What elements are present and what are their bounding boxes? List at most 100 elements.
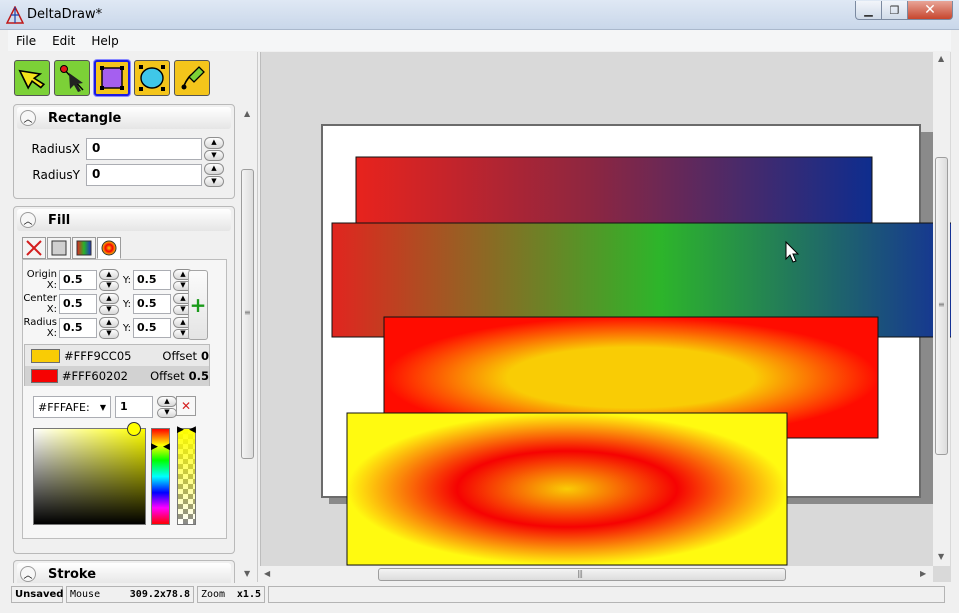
origin-x-decrement[interactable]: ▼ bbox=[99, 280, 119, 291]
drawing-canvas[interactable] bbox=[260, 52, 951, 582]
rectangle-section: ︿ Rectangle RadiusX 0 ▲ ▼ RadiusY 0 ▲ ▼ bbox=[13, 104, 235, 199]
origin-x-increment[interactable]: ▲ bbox=[99, 269, 119, 280]
center-x-increment[interactable]: ▲ bbox=[99, 293, 119, 304]
collapse-stroke-button[interactable]: ︿ bbox=[20, 566, 36, 582]
radius-y-input[interactable]: 0 bbox=[86, 164, 202, 186]
shape-radial-rect-2[interactable] bbox=[346, 412, 788, 566]
radius-x-increment[interactable]: ▲ bbox=[204, 137, 224, 149]
fill-radius-y-label: Y: bbox=[122, 322, 131, 334]
menu-bar: File Edit Help bbox=[8, 30, 951, 51]
close-button[interactable]: ✕ bbox=[908, 1, 953, 20]
radius-y-decrement[interactable]: ▼ bbox=[204, 175, 224, 187]
grip-icon: ||| bbox=[577, 569, 583, 578]
panel-scroll-thumb[interactable]: ≡ bbox=[241, 169, 254, 459]
origin-x-label: Origin X: bbox=[26, 269, 57, 291]
stroke-section-header[interactable]: ︿ Stroke bbox=[17, 563, 231, 585]
stop-color-dropdown[interactable]: #FFFAFE: ▼ bbox=[33, 396, 111, 418]
stop-offset-increment[interactable]: ▲ bbox=[157, 396, 177, 407]
radius-y-increment[interactable]: ▲ bbox=[204, 163, 224, 175]
caret-down-icon: ▼ bbox=[99, 402, 106, 412]
center-x-input[interactable]: 0.5 bbox=[59, 294, 97, 314]
saturation-value-picker[interactable] bbox=[33, 428, 146, 525]
menu-file[interactable]: File bbox=[8, 34, 44, 48]
radial-gradient-icon bbox=[101, 240, 117, 256]
radius-x-input[interactable]: 0 bbox=[86, 138, 202, 160]
radius-y-spinner: ▲ ▼ bbox=[204, 163, 224, 187]
node-edit-icon bbox=[60, 65, 84, 92]
hue-marker-icon: ▶ bbox=[151, 442, 158, 452]
stop-color-dropdown-value: #FFFAFE: bbox=[38, 400, 90, 414]
canvas-vertical-scrollbar[interactable]: ▲ ≡ ▼ bbox=[933, 52, 950, 566]
stop-offset-decrement[interactable]: ▼ bbox=[157, 407, 177, 418]
collapse-fill-button[interactable]: ︿ bbox=[20, 212, 36, 228]
canvas-vertical-scroll-thumb[interactable]: ≡ bbox=[935, 157, 948, 455]
arrow-down-icon: ▼ bbox=[180, 329, 186, 338]
canvas-horizontal-scrollbar[interactable]: ◀ ||| ▶ bbox=[260, 566, 933, 583]
scroll-up-icon: ▲ bbox=[938, 54, 945, 63]
tab-no-fill[interactable] bbox=[22, 237, 46, 259]
fill-section-header[interactable]: ︿ Fill bbox=[17, 209, 231, 231]
fill-radius-x-increment[interactable]: ▲ bbox=[99, 317, 119, 328]
collapse-rectangle-button[interactable]: ︿ bbox=[20, 110, 36, 126]
stop-offset-input[interactable]: 1 bbox=[115, 396, 153, 418]
ellipse-tool-button[interactable] bbox=[134, 60, 170, 96]
origin-x-input[interactable]: 0.5 bbox=[59, 270, 97, 290]
node-tool-button[interactable] bbox=[54, 60, 90, 96]
grip-icon: ≡ bbox=[244, 308, 251, 317]
radial-gradient-editor: Origin X: 0.5 ▲ ▼ Y: 0.5 ▲ ▼ Center X: 0… bbox=[22, 259, 227, 539]
gradient-stop-list: #FFF9CC05 Offset 0 #FFF60202 Offset 0.5 bbox=[24, 344, 210, 386]
app-logo-icon bbox=[6, 6, 24, 24]
radius-x-spinner: ▲ ▼ bbox=[204, 137, 224, 161]
tab-solid-fill[interactable] bbox=[47, 237, 71, 259]
fill-radius-x-decrement[interactable]: ▼ bbox=[99, 328, 119, 339]
delete-gradient-stop-button[interactable]: ✕ bbox=[176, 396, 196, 416]
select-tool-button[interactable] bbox=[14, 60, 50, 96]
arrow-up-icon: ▲ bbox=[180, 269, 186, 278]
maximize-button[interactable]: ❐ bbox=[882, 1, 908, 20]
status-message bbox=[268, 585, 945, 603]
tab-radial-gradient[interactable] bbox=[97, 237, 121, 259]
pen-tool-button[interactable] bbox=[174, 60, 210, 96]
menu-edit[interactable]: Edit bbox=[44, 34, 83, 48]
center-y-input[interactable]: 0.5 bbox=[133, 294, 171, 314]
scroll-up-icon: ▲ bbox=[244, 109, 251, 118]
radius-y-label: RadiusY bbox=[32, 168, 80, 182]
window-title: DeltaDraw* bbox=[27, 7, 103, 22]
ellipse-icon bbox=[139, 65, 165, 91]
center-x-decrement[interactable]: ▼ bbox=[99, 304, 119, 315]
fill-radius-y-input[interactable]: 0.5 bbox=[133, 318, 171, 338]
status-unsaved: Unsaved bbox=[11, 585, 63, 603]
close-icon: ✕ bbox=[924, 2, 936, 18]
add-gradient-stop-button[interactable]: + bbox=[188, 270, 208, 340]
alpha-marker-icon: ◀ bbox=[189, 425, 196, 435]
origin-y-label: Y: bbox=[122, 274, 131, 286]
rectangle-section-header[interactable]: ︿ Rectangle bbox=[17, 107, 231, 129]
tab-linear-gradient[interactable] bbox=[72, 237, 96, 259]
arrow-down-icon: ▼ bbox=[106, 281, 112, 290]
status-zoom: Zoom x1.5 bbox=[197, 585, 265, 603]
arrow-down-icon: ▼ bbox=[180, 305, 186, 314]
status-mouse-value: 309.2x78.8 bbox=[129, 588, 190, 600]
origin-y-input[interactable]: 0.5 bbox=[133, 270, 171, 290]
menu-help[interactable]: Help bbox=[83, 34, 126, 48]
stop-color-hex: #FFF60202 bbox=[61, 369, 128, 383]
alpha-slider[interactable] bbox=[177, 428, 196, 525]
arrow-up-icon: ▲ bbox=[106, 269, 112, 278]
section-title-rectangle: Rectangle bbox=[48, 110, 122, 126]
minimize-button[interactable]: ▁ bbox=[855, 1, 882, 20]
arrow-up-icon: ▲ bbox=[211, 138, 217, 147]
panel-scrollbar[interactable]: ▲ ≡ ▼ bbox=[240, 107, 256, 582]
arrow-down-icon: ▼ bbox=[211, 150, 217, 159]
section-title-stroke: Stroke bbox=[48, 566, 97, 582]
status-bar: Unsaved Mouse 309.2x78.8 Zoom x1.5 bbox=[8, 583, 951, 605]
gradient-stop[interactable]: #FFF9CC05 Offset 0 bbox=[25, 346, 209, 366]
fill-radius-x-input[interactable]: 0.5 bbox=[59, 318, 97, 338]
rectangle-tool-button[interactable] bbox=[94, 60, 130, 96]
radius-x-decrement[interactable]: ▼ bbox=[204, 149, 224, 161]
stop-offset-label: Offset bbox=[162, 349, 197, 363]
gradient-stop[interactable]: #FFF60202 Offset 0.5 bbox=[25, 366, 209, 386]
color-picker-handle[interactable] bbox=[127, 422, 141, 436]
status-zoom-label: Zoom bbox=[201, 588, 226, 600]
canvas-horizontal-scroll-thumb[interactable]: ||| bbox=[378, 568, 786, 581]
arrow-up-icon: ▲ bbox=[180, 293, 186, 302]
